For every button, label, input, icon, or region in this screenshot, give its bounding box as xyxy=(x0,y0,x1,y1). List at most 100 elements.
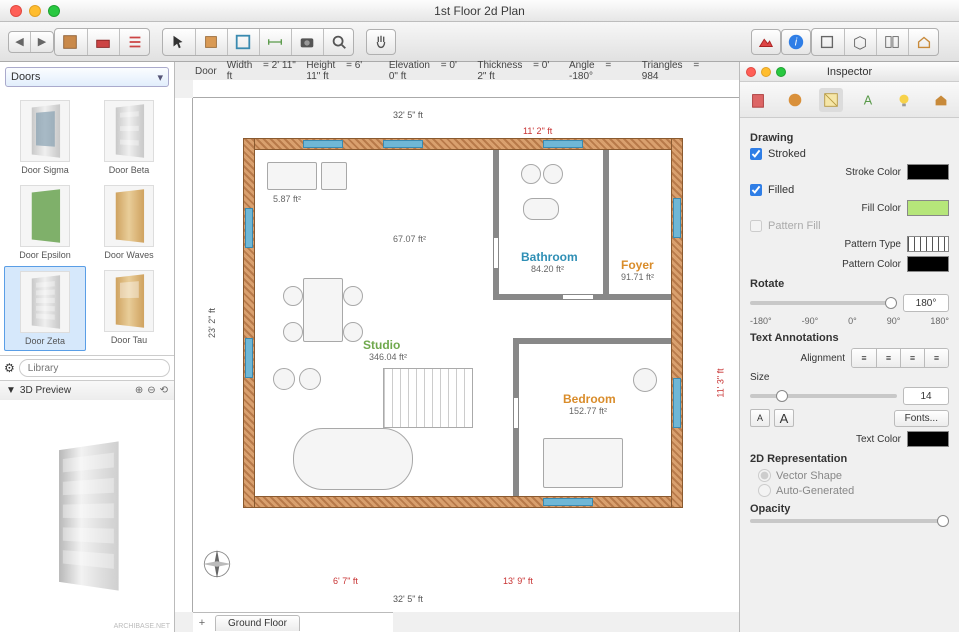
render-icon[interactable] xyxy=(751,29,781,55)
room-label: Bathroom xyxy=(521,250,578,264)
auto-generated-radio xyxy=(758,484,771,497)
section-opacity: Opacity xyxy=(750,503,949,515)
floorplan: Studio 346.04 ft² Bathroom 84.20 ft² Foy… xyxy=(243,138,683,508)
back-button[interactable]: ◀ xyxy=(9,32,31,52)
rotate-value[interactable]: 180° xyxy=(903,294,949,312)
window-title: 1st Floor 2d Plan xyxy=(0,4,959,18)
size-value[interactable]: 14 xyxy=(903,387,949,405)
pattern-type-swatch[interactable] xyxy=(907,236,949,252)
svg-text:A: A xyxy=(864,93,873,107)
nav-history[interactable]: ◀ ▶ xyxy=(8,31,54,53)
chevron-down-icon: ▾ xyxy=(157,71,163,84)
room-tool-icon[interactable] xyxy=(227,29,257,55)
dimension-tool-icon[interactable] xyxy=(259,29,289,55)
library-item[interactable]: Door Epsilon xyxy=(4,181,86,264)
floorplan-canvas[interactable]: 32' 5" ft 11' 2" ft 23' 2" ft 11' 3" ft … xyxy=(193,98,739,612)
pan-tool-icon[interactable] xyxy=(366,29,396,55)
tab-materials-icon[interactable] xyxy=(783,88,807,112)
library-item[interactable]: Door Tau xyxy=(88,266,170,351)
tab-text-icon[interactable]: A xyxy=(856,88,880,112)
tab-camera-icon[interactable] xyxy=(929,88,953,112)
stroke-color-swatch[interactable] xyxy=(907,164,949,180)
library-item-selected[interactable]: Door Zeta xyxy=(4,266,86,351)
add-floor-button[interactable]: + xyxy=(193,617,211,629)
room-area: 152.77 ft² xyxy=(569,406,607,416)
library-item[interactable]: Door Beta xyxy=(88,96,170,179)
wall-tool-icon[interactable] xyxy=(55,29,85,55)
dimension-label: 32' 5" ft xyxy=(393,110,423,120)
section-text-annotations: Text Annotations xyxy=(750,332,949,344)
font-small-icon[interactable]: A xyxy=(750,409,770,427)
library-category-label: Doors xyxy=(11,71,40,83)
room-label: Foyer xyxy=(621,258,654,272)
wall-draw-icon[interactable] xyxy=(195,29,225,55)
dimension-label: 6' 7" ft xyxy=(333,576,358,586)
zoom-tool-icon[interactable] xyxy=(323,29,353,55)
dimension-label: 11' 2" ft xyxy=(523,126,552,136)
dimension-label: 32' 5" ft xyxy=(393,594,423,604)
section-2d-rep: 2D Representation xyxy=(750,453,949,465)
library-item[interactable]: Door Waves xyxy=(88,181,170,264)
info-object: Door xyxy=(195,66,217,77)
filled-checkbox[interactable] xyxy=(750,184,762,196)
2d-view-icon[interactable] xyxy=(812,29,842,55)
window-titlebar: 1st Floor 2d Plan xyxy=(0,0,959,22)
reset-zoom-icon[interactable]: ⟲ xyxy=(160,385,168,396)
align-right-icon: ≡ xyxy=(900,349,924,367)
zoom-in-icon[interactable]: ⊕ xyxy=(135,385,143,396)
inspector-tabs: A xyxy=(740,82,959,118)
furniture-tool-icon[interactable] xyxy=(87,29,117,55)
text-color-swatch[interactable] xyxy=(907,431,949,447)
floor-selector: + Ground Floor xyxy=(193,612,393,632)
dimension-label: 11' 3" ft xyxy=(715,368,725,397)
area-label: 67.07 ft² xyxy=(393,234,426,244)
alignment-segmented[interactable]: ≡≡≡≡ xyxy=(851,348,949,368)
canvas-area: Door Width = 2' 11" ft Height = 6' 11" f… xyxy=(175,62,739,632)
camera-icon[interactable] xyxy=(291,29,321,55)
ruler-vertical xyxy=(175,98,193,612)
floor-tab[interactable]: Ground Floor xyxy=(215,615,300,631)
align-left-icon: ≡ xyxy=(852,349,876,367)
3d-view-icon[interactable] xyxy=(844,29,874,55)
fill-color-swatch[interactable] xyxy=(907,200,949,216)
preview-header[interactable]: ▼ 3D Preview ⊕ ⊖ ⟲ xyxy=(0,380,174,400)
gear-icon[interactable]: ⚙ xyxy=(4,361,15,375)
rotate-slider[interactable] xyxy=(750,301,897,305)
pattern-fill-checkbox xyxy=(750,220,762,232)
list-tool-icon[interactable] xyxy=(119,29,149,55)
area-label: 5.87 ft² xyxy=(273,194,301,204)
stroked-checkbox[interactable] xyxy=(750,148,762,160)
tab-2d-icon[interactable] xyxy=(819,88,843,112)
dimension-label: 23' 2" ft xyxy=(207,308,217,338)
align-center-icon: ≡ xyxy=(876,349,900,367)
room-area: 84.20 ft² xyxy=(531,264,564,274)
library-panel: Doors ▾ Door Sigma Door Beta Door Epsilo… xyxy=(0,62,175,632)
inspector-panel: Inspector A Drawing Stroked Stroke Color… xyxy=(739,62,959,632)
home-view-icon[interactable] xyxy=(908,29,938,55)
library-search-input[interactable] xyxy=(19,359,170,377)
room-label: Studio xyxy=(363,338,400,352)
room-area: 91.71 ft² xyxy=(621,272,654,282)
vector-shape-radio xyxy=(758,469,771,482)
library-item[interactable]: Door Sigma xyxy=(4,96,86,179)
fonts-button[interactable]: Fonts... xyxy=(894,410,949,427)
preview-3d[interactable]: ARCHIBASE.NET xyxy=(0,400,174,632)
library-category-select[interactable]: Doors ▾ xyxy=(5,67,169,87)
ruler-horizontal xyxy=(193,80,739,98)
room-area: 346.04 ft² xyxy=(369,352,407,362)
opacity-slider[interactable] xyxy=(750,519,949,523)
rotate-ticks: -180° -90° 0° 90° 180° xyxy=(750,316,949,326)
size-slider[interactable] xyxy=(750,394,897,398)
forward-button[interactable]: ▶ xyxy=(31,32,53,52)
tab-light-icon[interactable] xyxy=(892,88,916,112)
zoom-out-icon[interactable]: ⊖ xyxy=(147,385,155,396)
font-large-icon[interactable]: A xyxy=(774,409,794,427)
library-grid: Door Sigma Door Beta Door Epsilon Door W… xyxy=(0,92,174,355)
split-view-icon[interactable] xyxy=(876,29,906,55)
pattern-color-swatch[interactable] xyxy=(907,256,949,272)
select-tool-icon[interactable] xyxy=(163,29,193,55)
info-icon[interactable]: i xyxy=(781,29,811,55)
tab-building-icon[interactable] xyxy=(746,88,770,112)
info-bar: Door Width = 2' 11" ft Height = 6' 11" f… xyxy=(175,62,739,80)
main-toolbar: ◀ ▶ i xyxy=(0,22,959,62)
